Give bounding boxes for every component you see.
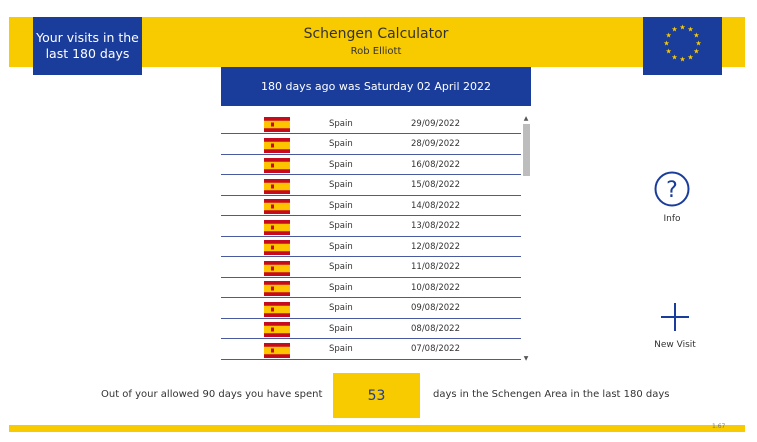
scroll-down-icon[interactable]: ▼ — [521, 354, 531, 363]
info-button[interactable]: ? Info — [652, 170, 692, 230]
summary-prefix: Out of your allowed 90 days you have spe… — [101, 389, 323, 400]
visit-date: 12/08/2022 — [411, 241, 460, 252]
visits-heading: Your visits in the last 180 days — [33, 17, 142, 75]
question-icon[interactable]: ? — [653, 170, 691, 208]
visit-country: Spain — [329, 344, 353, 354]
visit-date: 09/08/2022 — [411, 303, 460, 313]
days-ago-banner: 180 days ago was Saturday 02 April 2022 — [221, 67, 531, 106]
list-scrollbar[interactable]: ▲ ▼ — [521, 114, 531, 364]
visit-country: Spain — [329, 118, 353, 129]
visit-row[interactable]: Spain 12/08/2022 — [221, 237, 521, 257]
spain-flag-icon — [264, 158, 290, 173]
visit-date: 28/09/2022 — [411, 139, 460, 149]
visit-date: 10/08/2022 — [411, 282, 460, 293]
days-ago-text: 180 days ago was Saturday 02 April 2022 — [260, 80, 492, 93]
spain-flag-icon — [264, 240, 290, 255]
plus-icon[interactable] — [660, 302, 690, 332]
visit-date: 07/08/2022 — [411, 344, 460, 354]
spain-flag-icon — [264, 301, 290, 317]
visit-row[interactable]: Spain 10/08/2022 — [221, 278, 521, 298]
spain-flag-icon — [264, 342, 290, 358]
eu-star-icon: ★ — [671, 53, 677, 61]
eu-star-icon: ★ — [693, 32, 699, 40]
eu-star-icon: ★ — [695, 40, 701, 48]
visit-row[interactable]: Spain 13/08/2022 — [221, 217, 521, 237]
visit-row[interactable]: Spain 16/08/2022 — [221, 155, 521, 175]
eu-star-icon: ★ — [693, 48, 699, 56]
new-visit-label: New Visit — [654, 340, 696, 350]
visit-date: 08/08/2022 — [411, 323, 460, 334]
visit-row[interactable]: Spain 15/08/2022 — [221, 176, 521, 196]
footer-bar — [9, 425, 745, 432]
visit-row[interactable]: Spain 29/09/2022 — [221, 114, 521, 134]
visit-country: Spain — [329, 221, 353, 231]
spain-flag-icon — [264, 322, 290, 337]
visit-date: 11/08/2022 — [411, 262, 460, 272]
scroll-thumb[interactable] — [523, 124, 530, 176]
new-visit-button[interactable]: New Visit — [648, 302, 702, 352]
eu-star-icon: ★ — [679, 24, 685, 32]
info-label: Info — [663, 214, 681, 224]
eu-star-icon: ★ — [687, 53, 693, 61]
visit-date: 16/08/2022 — [411, 159, 460, 170]
visit-row[interactable]: Spain 09/08/2022 — [221, 299, 521, 319]
eu-star-icon: ★ — [671, 26, 677, 34]
visit-row[interactable]: Spain 28/09/2022 — [221, 135, 521, 155]
spain-flag-icon — [264, 219, 290, 235]
visit-country: Spain — [329, 159, 353, 170]
summary-suffix: days in the Schengen Area in the last 18… — [433, 389, 670, 400]
visits-heading-line2: last 180 days — [45, 46, 130, 61]
visit-row[interactable]: Spain 08/08/2022 — [221, 319, 521, 339]
visit-country: Spain — [329, 262, 353, 272]
visit-list[interactable]: Spain 29/09/2022 Spain 28/09/2022 Spain 16/08… — [221, 114, 531, 364]
title-block: Schengen Calculator Rob Elliott — [221, 26, 531, 57]
eu-star-icon: ★ — [679, 56, 685, 64]
visit-date: 29/09/2022 — [411, 118, 460, 129]
visit-date: 15/08/2022 — [411, 180, 460, 190]
visit-country: Spain — [329, 303, 353, 313]
days-spent-value: 53 — [367, 387, 386, 404]
visit-country: Spain — [329, 282, 353, 293]
eu-star-icon: ★ — [663, 40, 669, 48]
spain-flag-icon — [264, 137, 290, 153]
spain-flag-icon — [264, 117, 290, 132]
eu-flag-icon: ★ ★ ★ ★ ★ ★ ★ ★ ★ ★ ★ ★ — [643, 17, 722, 75]
scroll-up-icon[interactable]: ▲ — [521, 114, 531, 123]
visit-country: Spain — [329, 180, 353, 190]
visit-date: 13/08/2022 — [411, 221, 460, 231]
app-subtitle: Rob Elliott — [350, 46, 402, 57]
visit-country: Spain — [329, 241, 353, 252]
app-title: Schengen Calculator — [303, 26, 449, 42]
spain-flag-icon — [264, 199, 290, 214]
visit-country: Spain — [329, 139, 353, 149]
spain-flag-icon — [264, 281, 290, 296]
visit-row[interactable]: Spain 14/08/2022 — [221, 196, 521, 216]
eu-star-icon: ★ — [665, 48, 671, 56]
visits-heading-line1: Your visits in the — [36, 30, 139, 45]
days-spent-box: 53 — [333, 373, 420, 418]
spain-flag-icon — [264, 178, 290, 194]
visit-date: 14/08/2022 — [411, 200, 460, 211]
visit-row[interactable]: Spain 11/08/2022 — [221, 258, 521, 278]
spain-flag-icon — [264, 260, 290, 276]
visit-country: Spain — [329, 323, 353, 334]
version-label: 1.67 — [712, 423, 726, 430]
svg-text:?: ? — [666, 178, 678, 203]
visit-country: Spain — [329, 200, 353, 211]
visit-row[interactable]: Spain 07/08/2022 — [221, 340, 521, 360]
